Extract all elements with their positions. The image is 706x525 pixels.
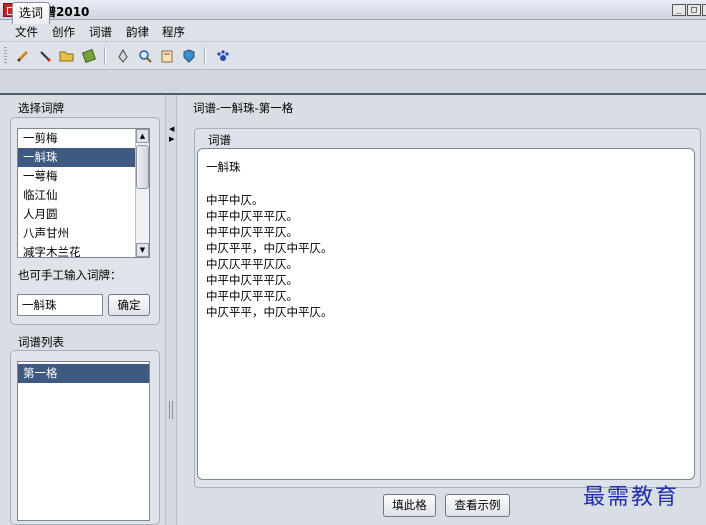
list-item[interactable]: 临江仙	[18, 186, 135, 205]
menu-bar: 文件 创作 词谱 韵律 程序	[0, 20, 706, 42]
scroll-thumb[interactable]	[136, 145, 149, 189]
list-item-selected[interactable]: 一斛珠	[18, 148, 135, 167]
toolbar-grip[interactable]	[4, 47, 7, 65]
menu-rhythm[interactable]: 韵律	[126, 24, 149, 40]
card-icon[interactable]	[158, 47, 176, 65]
pu-line: 中平中仄平平仄。	[206, 289, 298, 303]
pu-line: 一斛珠	[206, 160, 241, 174]
pencil-icon[interactable]	[14, 47, 32, 65]
brush-icon[interactable]	[36, 47, 54, 65]
open-folder-icon[interactable]	[58, 47, 76, 65]
pu-line: 中平中仄。	[206, 193, 264, 207]
toolbar-separator	[204, 47, 206, 65]
pu-line: 中仄仄平平仄仄。	[206, 257, 298, 271]
close-button[interactable]	[702, 4, 706, 16]
expand-right-icon[interactable]: ▶	[169, 135, 174, 143]
list-item[interactable]: 人月圆	[18, 205, 135, 224]
menu-file[interactable]: 文件	[15, 24, 38, 40]
toolbar-separator	[104, 47, 106, 65]
list-item[interactable]: 一萼梅	[18, 167, 135, 186]
breadcrumb: 词谱-一斛珠-第一格	[193, 101, 294, 115]
tab-xuanci[interactable]: 选词	[12, 2, 50, 24]
list-item[interactable]: 八声甘州	[18, 224, 135, 243]
list-item[interactable]: 一剪梅	[18, 129, 135, 148]
title-bar: 白香谱2010 _ □	[0, 0, 706, 20]
fill-this-button[interactable]: 填此格	[383, 494, 436, 517]
scroll-down-icon[interactable]: ▼	[136, 243, 149, 257]
magnifier-icon[interactable]	[136, 47, 154, 65]
collapse-left-icon[interactable]: ◀	[169, 125, 174, 133]
shield-icon[interactable]	[180, 47, 198, 65]
book-icon[interactable]	[80, 47, 98, 65]
pu-text-area[interactable]: 一斛珠 中平中仄。 中平中仄平平仄。 中平中仄平平仄。 中仄平平，中仄中平仄。 …	[197, 148, 695, 480]
menu-create[interactable]: 创作	[52, 24, 75, 40]
cipai-list[interactable]: 一剪梅 一斛珠 一萼梅 临江仙 人月圆 八声甘州 减字木兰花 ▲ ▼	[17, 128, 150, 258]
paw-icon[interactable]	[214, 47, 232, 65]
pu-line: 中平中仄平平仄。	[206, 225, 298, 239]
list-item[interactable]: 减字木兰花	[18, 243, 135, 257]
menu-program[interactable]: 程序	[162, 24, 185, 40]
scroll-up-icon[interactable]: ▲	[136, 129, 149, 143]
pen-nib-icon[interactable]	[114, 47, 132, 65]
confirm-button[interactable]: 确定	[108, 294, 150, 316]
tab-strip	[0, 70, 706, 94]
splitter-handle-icon[interactable]	[169, 401, 173, 419]
watermark: 最需教育	[583, 485, 680, 510]
maximize-button[interactable]: □	[687, 4, 701, 16]
menu-cipu[interactable]: 词谱	[89, 24, 112, 40]
manual-input-label: 也可手工输入词牌：	[18, 268, 122, 282]
list-item-selected[interactable]: 第一格	[18, 364, 149, 383]
pu-line: 中平中仄平平仄。	[206, 209, 298, 223]
cipai-manual-input[interactable]: 一斛珠	[17, 294, 103, 316]
select-cipai-title: 选择词牌	[18, 101, 64, 115]
toolbar	[0, 42, 706, 70]
minimize-button[interactable]: _	[672, 4, 686, 16]
panel-splitter[interactable]: ◀ ▶	[165, 95, 177, 525]
pu-line: 中平中仄平平仄。	[206, 273, 298, 287]
pu-group-title: 词谱	[208, 133, 231, 147]
pu-list[interactable]: 第一格	[17, 361, 150, 521]
view-example-button[interactable]: 查看示例	[445, 494, 510, 517]
cipai-list-scrollbar[interactable]: ▲ ▼	[135, 129, 149, 257]
pu-line: 中仄平平，中仄中平仄。	[206, 305, 333, 319]
pu-line: 中仄平平，中仄中平仄。	[206, 241, 333, 255]
pu-list-title: 词谱列表	[18, 335, 64, 349]
